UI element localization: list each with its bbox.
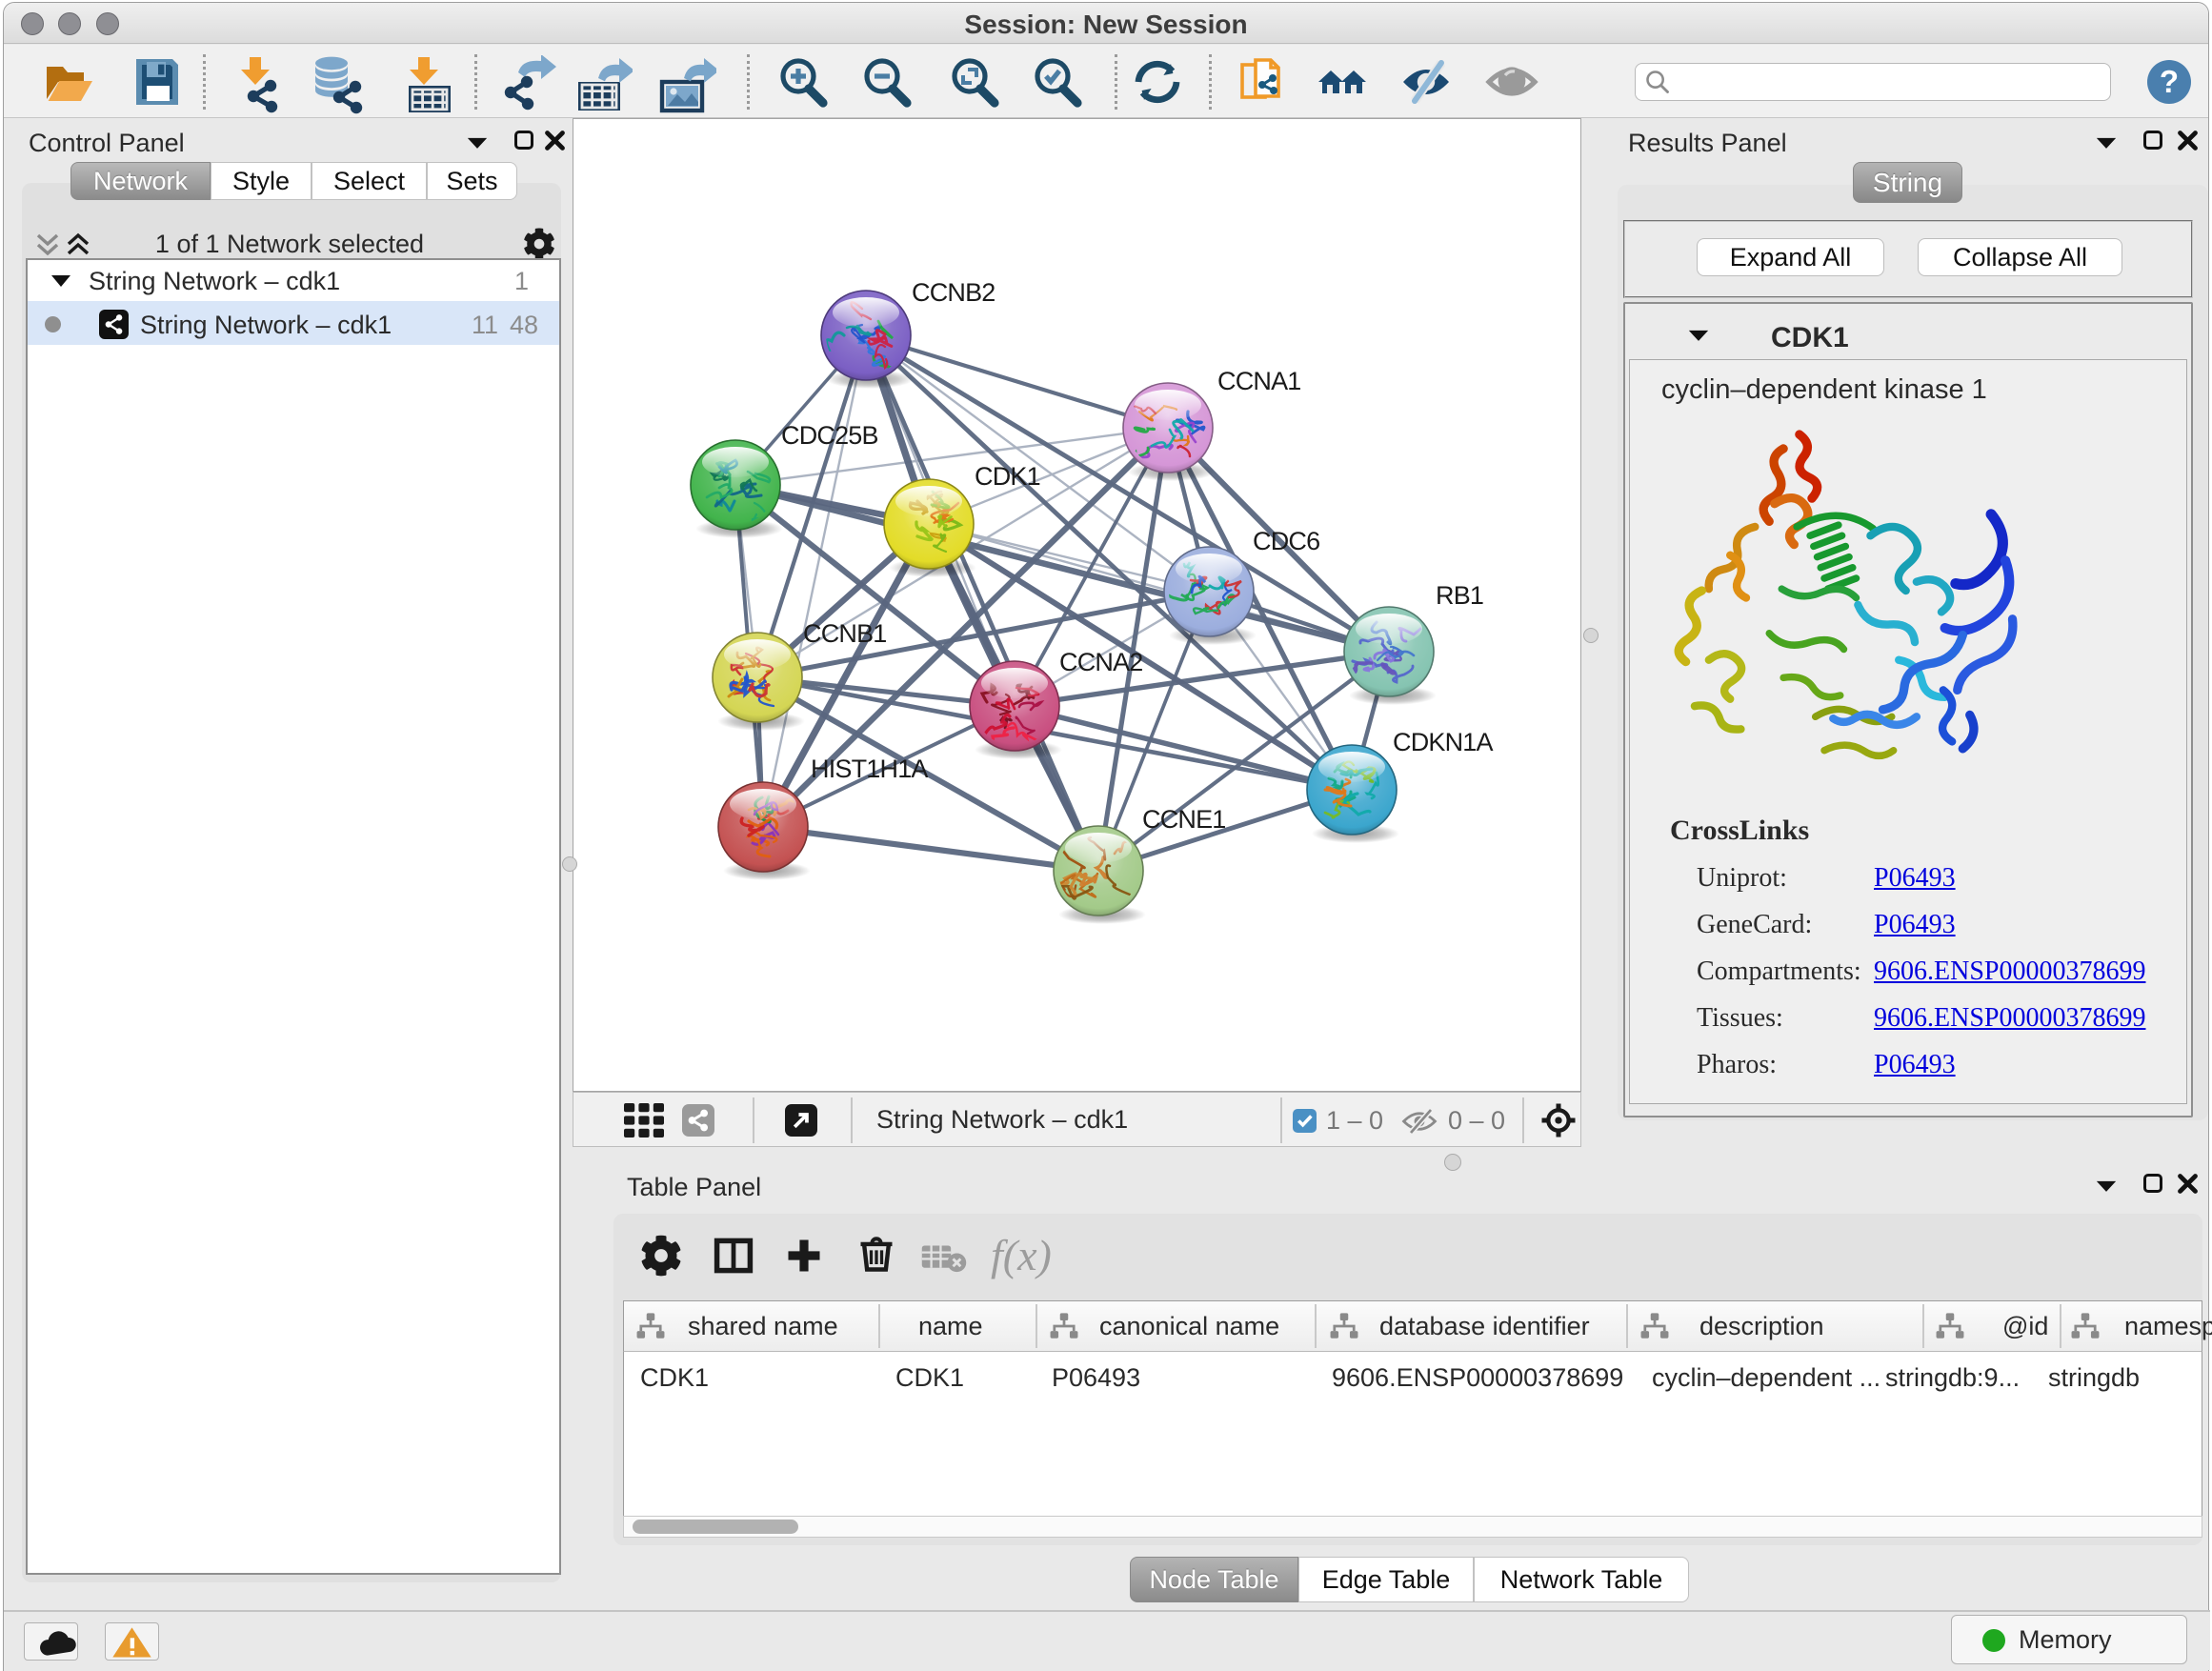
svg-text:RB1: RB1 bbox=[1436, 581, 1483, 610]
svg-text:CCNB1: CCNB1 bbox=[803, 619, 887, 648]
svg-text:CCNA2: CCNA2 bbox=[1059, 648, 1143, 676]
svg-text:CCNA1: CCNA1 bbox=[1217, 367, 1301, 395]
svg-text:CCNB2: CCNB2 bbox=[912, 278, 995, 307]
svg-text:CDC25B: CDC25B bbox=[781, 421, 878, 450]
svg-text:CDC6: CDC6 bbox=[1253, 527, 1319, 555]
svg-text:CCNE1: CCNE1 bbox=[1142, 805, 1226, 834]
svg-text:HIST1H1A: HIST1H1A bbox=[811, 755, 928, 783]
svg-text:CDK1: CDK1 bbox=[975, 462, 1040, 491]
svg-text:CDKN1A: CDKN1A bbox=[1393, 728, 1494, 756]
